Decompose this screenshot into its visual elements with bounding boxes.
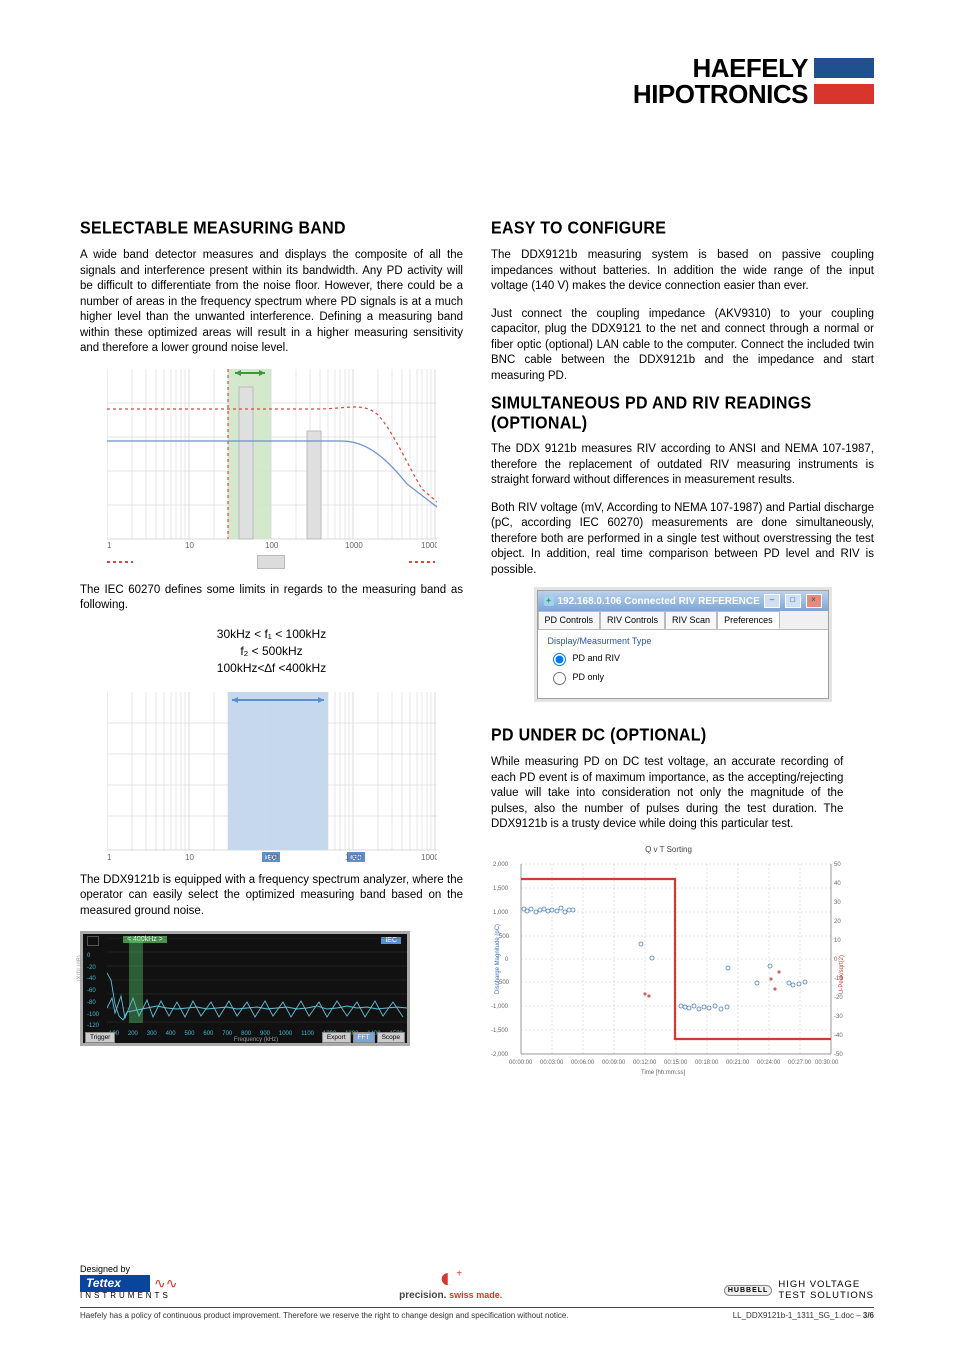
svg-text:100: 100 <box>265 853 279 862</box>
svg-text:40: 40 <box>834 881 841 887</box>
svg-text:100: 100 <box>265 541 279 549</box>
para-iec-intro: The IEC 60270 defines some limits in reg… <box>80 583 463 614</box>
svg-text:00:27:00: 00:27:00 <box>788 1060 812 1066</box>
svg-text:Time [hh:mm:ss]: Time [hh:mm:ss] <box>641 1070 685 1076</box>
svg-text:10: 10 <box>185 541 194 549</box>
iec-limits: 30kHz < f₁ < 100kHz f₂ < 500kHz 100kHz<∆… <box>80 626 463 678</box>
svg-text:0: 0 <box>834 957 838 963</box>
svg-text:1,500: 1,500 <box>493 886 509 892</box>
svg-text:00:21:00: 00:21:00 <box>726 1060 750 1066</box>
tool-icon[interactable] <box>87 936 99 946</box>
svg-text:30: 30 <box>834 900 841 906</box>
svg-text:0: 0 <box>505 957 509 963</box>
heading-easy-configure: EASY TO CONFIGURE <box>491 219 874 239</box>
left-column: SELECTABLE MEASURING BAND A wide band de… <box>80 220 463 1085</box>
tab-preferences[interactable]: Preferences <box>717 611 780 629</box>
svg-text:Discharge Magnitude (pC): Discharge Magnitude (pC) <box>495 924 501 994</box>
brand-bar-red <box>814 84 874 104</box>
page-footer: Designed by Tettex ∿∿ INSTRUMENTS ◐+ pre… <box>80 1265 874 1320</box>
brand-bar-blue <box>814 58 874 78</box>
hubbell-logo: HUBBELL HIGH VOLTAGE TEST SOLUTIONS <box>724 1279 874 1301</box>
para-easy-1: The DDX9121b measuring system is based o… <box>491 248 874 295</box>
chart-lower-log: IEC IEC 1 10 100 1000 10000 <box>107 692 437 867</box>
svg-text:00:15:00: 00:15:00 <box>664 1060 688 1066</box>
radio-pd-only-input[interactable] <box>553 672 566 685</box>
footer-disclaimer: Haefely has a policy of continuous produ… <box>80 1311 569 1320</box>
spectrum-trigger-button[interactable]: Trigger <box>85 1032 115 1043</box>
brand-line1: HAEFELY <box>693 55 808 81</box>
para-pd-dc: While measuring PD on DC test voltage, a… <box>491 755 843 833</box>
heading-pd-riv: SIMULTANEOUS PD AND RIV READINGS (OPTION… <box>491 394 874 434</box>
right-column: EASY TO CONFIGURE The DDX9121b measuring… <box>491 220 874 1085</box>
svg-text:00:06:00: 00:06:00 <box>571 1060 595 1066</box>
chart-qvt: Q v T Sorting <box>491 845 846 1085</box>
tettex-logo: Designed by Tettex ∿∿ INSTRUMENTS <box>80 1265 177 1301</box>
para-easy-2: Just connect the coupling impedance (AKV… <box>491 307 874 385</box>
heading-selectable-band: SELECTABLE MEASURING BAND <box>80 219 463 239</box>
footer-docref: LL_DDX9121b-1_1311_SG_1.doc – 3/6 <box>733 1311 874 1320</box>
close-icon[interactable]: × <box>806 594 822 608</box>
svg-text:-2,000: -2,000 <box>491 1052 509 1058</box>
brand-line2: HIPOTRONICS <box>633 81 808 107</box>
svg-text:50: 50 <box>834 862 841 868</box>
svg-text:1,000: 1,000 <box>493 910 509 916</box>
svg-text:00:12:00: 00:12:00 <box>633 1060 657 1066</box>
chart-upper-legend <box>107 555 437 569</box>
svg-text:10000: 10000 <box>421 853 437 862</box>
tab-riv-scan[interactable]: RIV Scan <box>665 611 717 629</box>
tab-pd-controls[interactable]: PD Controls <box>538 611 601 629</box>
minimize-icon[interactable]: – <box>764 594 780 608</box>
para-riv-2: Both RIV voltage (mV, According to NEMA … <box>491 501 874 579</box>
dialog-title: 192.168.0.106 Connected RIV REFERENCE <box>558 596 760 607</box>
svg-text:-40: -40 <box>834 1033 843 1039</box>
svg-text:10000: 10000 <box>421 541 437 549</box>
svg-text:-1,000: -1,000 <box>491 1004 509 1010</box>
svg-text:-20: -20 <box>834 995 843 1001</box>
radio-pd-and-riv-input[interactable] <box>553 653 566 666</box>
svg-text:10: 10 <box>834 938 841 944</box>
radio-pd-and-riv[interactable]: PD and RIV <box>548 650 818 666</box>
svg-text:10: 10 <box>185 853 194 862</box>
svg-text:1000: 1000 <box>345 541 363 549</box>
svg-text:-50: -50 <box>834 1052 843 1058</box>
svg-text:2,000: 2,000 <box>493 862 509 868</box>
svg-text:00:30:00: 00:30:00 <box>815 1060 839 1066</box>
svg-text:00:09:00: 00:09:00 <box>602 1060 626 1066</box>
spectrum-ylabel: |X(f)| (dB) <box>77 955 83 981</box>
heading-pd-dc: PD UNDER DC (OPTIONAL) <box>491 726 874 746</box>
svg-text:1: 1 <box>107 541 112 549</box>
app-icon: ✦ <box>544 596 554 606</box>
svg-text:20: 20 <box>834 919 841 925</box>
dialog-tabs: PD Controls RIV Controls RIV Scan Prefer… <box>538 611 828 629</box>
radio-pd-only[interactable]: PD only <box>548 669 818 685</box>
spectrum-fft-button[interactable]: FFT <box>353 1032 375 1043</box>
spectrum-scope-button[interactable]: Scope <box>377 1032 405 1043</box>
precision-icon: ◐+ <box>439 1262 462 1293</box>
spectrum-analyzer: < 400kHz > IEC 0-20-40-60-80-100-120 |X(… <box>80 931 410 1046</box>
svg-text:00:00:00: 00:00:00 <box>509 1060 533 1066</box>
svg-text:00:24:00: 00:24:00 <box>757 1060 781 1066</box>
riv-preferences-dialog: ✦ 192.168.0.106 Connected RIV REFERENCE … <box>537 590 829 699</box>
tab-riv-controls[interactable]: RIV Controls <box>600 611 665 629</box>
maximize-icon[interactable]: □ <box>785 594 801 608</box>
precision-logo: ◐+ precision. swiss made. <box>399 1270 502 1301</box>
svg-text:00:03:00: 00:03:00 <box>540 1060 564 1066</box>
qvt-title: Q v T Sorting <box>491 845 846 854</box>
para-selectable-1: A wide band detector measures and displa… <box>80 248 463 357</box>
wave-icon: ∿∿ <box>154 1279 177 1287</box>
chart-upper-log: 1 10 100 1000 10000 <box>107 369 437 549</box>
svg-text:-30: -30 <box>834 1014 843 1020</box>
svg-text:00:18:00: 00:18:00 <box>695 1060 719 1066</box>
para-spectrum: The DDX9121b is equipped with a frequenc… <box>80 873 463 920</box>
para-riv-1: The DDX 9121b measures RIV according to … <box>491 442 874 489</box>
svg-text:1000: 1000 <box>345 853 363 862</box>
spectrum-export-button[interactable]: Export <box>322 1032 351 1043</box>
svg-text:1: 1 <box>107 853 112 862</box>
svg-text:-1,500: -1,500 <box>491 1028 509 1034</box>
svg-text:U-Peak/sqrt(2): U-Peak/sqrt(2) <box>839 955 845 994</box>
brand-logo: HAEFELY HIPOTRONICS <box>633 55 874 107</box>
spectrum-yaxis: 0-20-40-60-80-100-120 <box>87 936 99 1029</box>
dialog-section-label: Display/Measurment Type <box>548 636 818 646</box>
